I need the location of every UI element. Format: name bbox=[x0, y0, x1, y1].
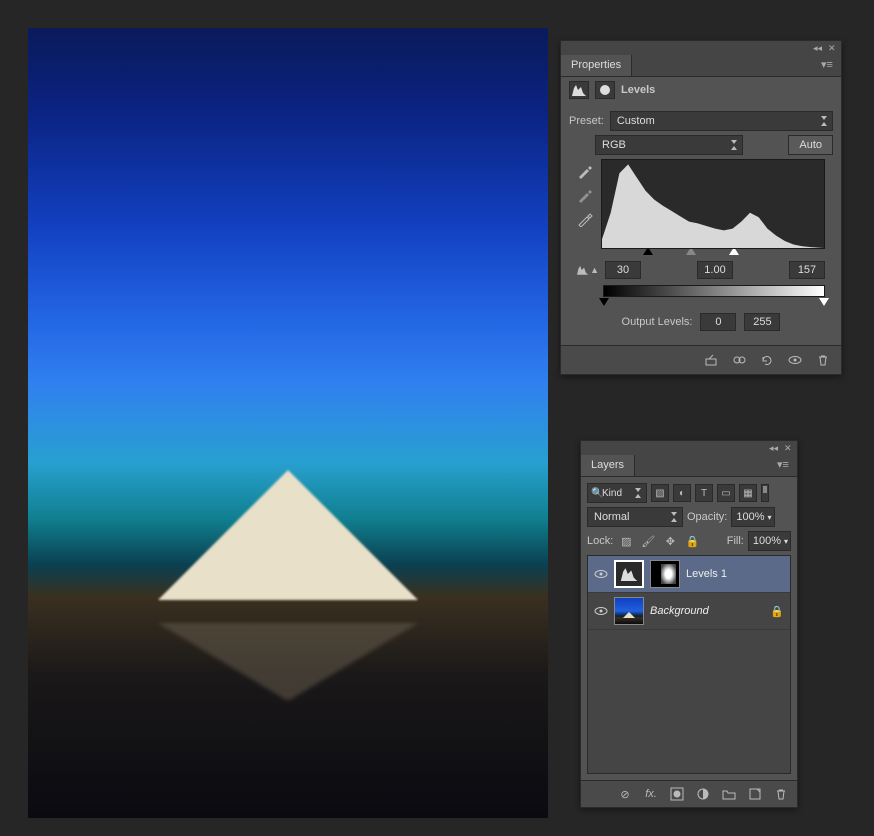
properties-tab-row: Properties ▾≡ bbox=[561, 55, 841, 77]
fill-field[interactable]: 100%▾ bbox=[748, 531, 791, 551]
opacity-label: Opacity: bbox=[687, 511, 727, 523]
panel-menu-icon[interactable]: ▾≡ bbox=[777, 458, 791, 470]
output-gradient[interactable] bbox=[603, 285, 825, 297]
panel-titlebar[interactable]: ◂◂ ✕ bbox=[581, 441, 797, 455]
layer-mask-thumbnail[interactable] bbox=[650, 560, 680, 588]
layer-row[interactable]: Background 🔒 bbox=[588, 593, 790, 630]
lock-icon: 🔒 bbox=[770, 605, 784, 618]
preset-row: Preset: Custom bbox=[569, 111, 833, 131]
layer-row[interactable]: Levels 1 bbox=[588, 556, 790, 593]
auto-button[interactable]: Auto bbox=[788, 135, 833, 155]
layer-name[interactable]: Levels 1 bbox=[686, 568, 727, 580]
mask-icon[interactable] bbox=[595, 81, 615, 99]
layer-style-icon[interactable]: fx. bbox=[643, 786, 659, 802]
image-content-reflection bbox=[158, 623, 418, 701]
panel-menu-icon[interactable]: ▾≡ bbox=[821, 58, 835, 70]
lock-label: Lock: bbox=[587, 535, 613, 547]
output-white-field[interactable]: 255 bbox=[744, 313, 780, 331]
output-white-slider[interactable] bbox=[819, 298, 829, 306]
clip-to-layer-icon[interactable] bbox=[703, 352, 719, 368]
input-white-field[interactable]: 157 bbox=[789, 261, 825, 279]
input-gamma-field[interactable]: 1.00 bbox=[697, 261, 733, 279]
chevron-down-icon[interactable]: ▾ bbox=[784, 537, 788, 546]
delete-layer-icon[interactable] bbox=[773, 786, 789, 802]
histogram-area bbox=[569, 159, 833, 255]
properties-header: Levels bbox=[561, 77, 841, 107]
lock-row: Lock: ▨ 🖌 ✥ 🔒 Fill: 100%▾ bbox=[587, 531, 791, 551]
filter-kind-select[interactable]: 🔍 Kind bbox=[587, 483, 647, 503]
output-black-slider[interactable] bbox=[599, 298, 609, 306]
eyedropper-black-icon[interactable] bbox=[577, 163, 593, 179]
adjustment-title: Levels bbox=[621, 84, 655, 96]
visibility-icon[interactable] bbox=[594, 567, 608, 581]
layer-filter-row: 🔍 Kind ▧ ◐ T ▭ ▦ bbox=[587, 483, 791, 503]
eyedropper-white-icon[interactable] bbox=[577, 211, 593, 227]
histogram[interactable] bbox=[601, 159, 825, 249]
output-black-field[interactable]: 0 bbox=[700, 313, 736, 331]
channel-row: RGB Auto bbox=[569, 135, 833, 155]
filter-type-icon[interactable]: T bbox=[695, 484, 713, 502]
properties-panel: ◂◂ ✕ Properties ▾≡ Levels Preset: Custom… bbox=[560, 40, 842, 375]
levels-icon[interactable] bbox=[569, 81, 589, 99]
tab-properties[interactable]: Properties bbox=[561, 55, 632, 76]
eyedropper-group bbox=[577, 159, 593, 255]
properties-footer bbox=[561, 345, 841, 374]
channel-select[interactable]: RGB bbox=[595, 135, 743, 155]
new-group-icon[interactable] bbox=[721, 786, 737, 802]
output-levels-label: Output Levels: bbox=[622, 316, 693, 328]
lock-all-icon[interactable]: 🔒 bbox=[683, 532, 701, 550]
filter-smart-icon[interactable]: ▦ bbox=[739, 484, 757, 502]
filter-shape-icon[interactable]: ▭ bbox=[717, 484, 735, 502]
tab-layers[interactable]: Layers bbox=[581, 455, 635, 476]
previous-state-icon[interactable] bbox=[731, 352, 747, 368]
blend-mode-row: Normal Opacity: 100%▾ bbox=[587, 507, 791, 527]
lock-pixels-icon[interactable]: 🖌 bbox=[639, 532, 657, 550]
layers-panel: ◂◂ ✕ Layers ▾≡ 🔍 Kind ▧ ◐ T ▭ ▦ Normal O… bbox=[580, 440, 798, 808]
filter-adjustment-icon[interactable]: ◐ bbox=[673, 484, 691, 502]
lock-position-icon[interactable]: ✥ bbox=[661, 532, 679, 550]
layer-thumbnail[interactable] bbox=[614, 597, 644, 625]
preset-label: Preset: bbox=[569, 115, 604, 127]
input-level-values: ▲ 30 1.00 157 bbox=[569, 255, 833, 279]
visibility-icon[interactable] bbox=[787, 352, 803, 368]
add-mask-icon[interactable] bbox=[669, 786, 685, 802]
collapse-icon[interactable]: ◂◂ bbox=[813, 44, 822, 53]
adjustment-thumbnail[interactable] bbox=[614, 560, 644, 588]
fill-label: Fill: bbox=[727, 535, 744, 547]
opacity-field[interactable]: 100%▾ bbox=[731, 507, 774, 527]
visibility-icon[interactable] bbox=[594, 604, 608, 618]
layers-tab-row: Layers ▾≡ bbox=[581, 455, 797, 477]
new-adjustment-icon[interactable] bbox=[695, 786, 711, 802]
preset-select[interactable]: Custom bbox=[610, 111, 833, 131]
delete-icon[interactable] bbox=[815, 352, 831, 368]
layer-name[interactable]: Background bbox=[650, 605, 709, 617]
link-layers-icon[interactable]: ⊘ bbox=[617, 786, 633, 802]
eyedropper-gray-icon[interactable] bbox=[577, 187, 593, 203]
close-icon[interactable]: ✕ bbox=[828, 44, 837, 53]
filter-pixel-icon[interactable]: ▧ bbox=[651, 484, 669, 502]
document-image bbox=[28, 28, 548, 818]
new-layer-icon[interactable] bbox=[747, 786, 763, 802]
lock-transparency-icon[interactable]: ▨ bbox=[617, 532, 635, 550]
image-content bbox=[158, 470, 418, 600]
layer-list[interactable]: Levels 1 Background 🔒 bbox=[587, 555, 791, 774]
close-icon[interactable]: ✕ bbox=[784, 444, 793, 453]
chevron-down-icon[interactable]: ▾ bbox=[768, 513, 772, 522]
input-black-field[interactable]: 30 bbox=[605, 261, 641, 279]
filter-toggle[interactable] bbox=[761, 484, 769, 502]
collapse-icon[interactable]: ◂◂ bbox=[769, 444, 778, 453]
document-canvas[interactable] bbox=[28, 28, 548, 818]
blend-mode-select[interactable]: Normal bbox=[587, 507, 683, 527]
panel-titlebar[interactable]: ◂◂ ✕ bbox=[561, 41, 841, 55]
layers-footer: ⊘ fx. bbox=[581, 780, 797, 807]
levels-clip-icon[interactable]: ▲ bbox=[577, 262, 599, 278]
reset-icon[interactable] bbox=[759, 352, 775, 368]
